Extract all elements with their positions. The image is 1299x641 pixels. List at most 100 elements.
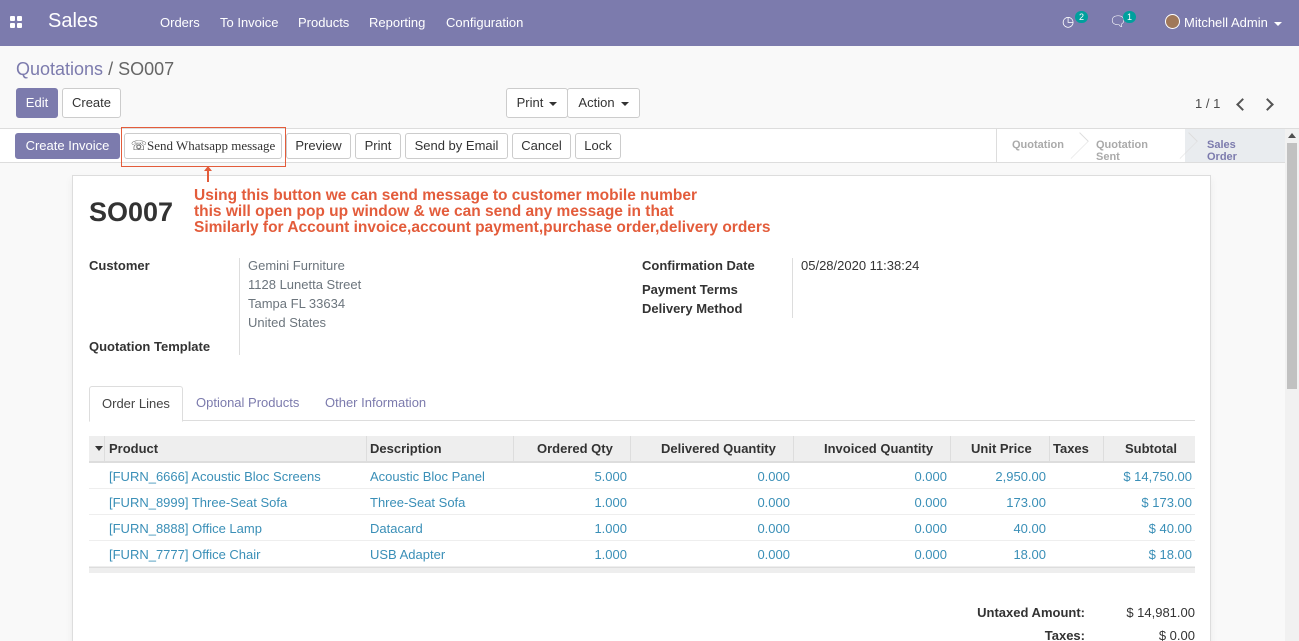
- cell-description[interactable]: USB Adapter: [370, 547, 445, 562]
- table-header: Product Description Ordered Qty Delivere…: [89, 436, 1195, 463]
- cell-invoiced-qty[interactable]: 0.000: [914, 469, 947, 484]
- customer-address[interactable]: Gemini Furniture 1128 Lunetta Street Tam…: [248, 256, 361, 332]
- stage-quotation-sent[interactable]: Quotation Sent: [1096, 139, 1148, 163]
- cell-subtotal[interactable]: $ 173.00: [1141, 495, 1192, 510]
- menu-orders[interactable]: Orders: [160, 15, 200, 30]
- table-row[interactable]: [FURN_8999] Three-Seat Sofa Three-Seat S…: [89, 489, 1195, 515]
- activity-button[interactable]: ◷ 2: [1062, 11, 1089, 30]
- cell-product[interactable]: [FURN_6666] Acoustic Bloc Screens: [109, 469, 321, 484]
- lock-button[interactable]: Lock: [575, 133, 621, 159]
- table-row[interactable]: [FURN_6666] Acoustic Bloc Screens Acoust…: [89, 463, 1195, 489]
- cell-description[interactable]: Three-Seat Sofa: [370, 495, 465, 510]
- customer-city: Tampa FL 33634: [248, 296, 346, 311]
- annotation-arrow-icon: [204, 166, 212, 182]
- menu-configuration[interactable]: Configuration: [446, 15, 523, 30]
- col-taxes[interactable]: Taxes: [1053, 441, 1089, 456]
- cell-subtotal[interactable]: $ 40.00: [1149, 521, 1192, 536]
- col-unit-price[interactable]: Unit Price: [971, 441, 1032, 456]
- cell-product[interactable]: [FURN_8888] Office Lamp: [109, 521, 262, 536]
- action-dropdown[interactable]: Action: [567, 88, 640, 118]
- cell-unit-price[interactable]: 2,950.00: [995, 469, 1046, 484]
- stage-sales-order[interactable]: Sales Order: [1207, 139, 1237, 163]
- scrollbar-thumb[interactable]: [1287, 143, 1297, 389]
- cancel-button[interactable]: Cancel: [512, 133, 571, 159]
- pager-next-icon[interactable]: [1263, 97, 1273, 111]
- column-divider: [104, 436, 105, 461]
- untaxed-amount-label: Untaxed Amount:: [977, 605, 1085, 620]
- notebook-tabs: Order Lines Optional Products Other Info…: [89, 386, 1195, 422]
- menu-products[interactable]: Products: [298, 15, 349, 30]
- stage-quotation[interactable]: Quotation: [1012, 139, 1064, 151]
- chevron-down-icon: [549, 101, 558, 106]
- stage-separator: [1071, 129, 1083, 162]
- create-invoice-button[interactable]: Create Invoice: [15, 133, 120, 159]
- message-badge: 1: [1123, 11, 1137, 23]
- breadcrumb-quotations[interactable]: Quotations: [16, 59, 103, 79]
- cell-invoiced-qty[interactable]: 0.000: [914, 495, 947, 510]
- col-subtotal[interactable]: Subtotal: [1125, 441, 1177, 456]
- col-product[interactable]: Product: [109, 441, 158, 456]
- payment-terms-label: Payment Terms: [642, 282, 738, 297]
- breadcrumb-current: SO007: [118, 59, 175, 79]
- stage-separator: [1180, 129, 1192, 162]
- avatar[interactable]: [1165, 14, 1180, 29]
- action-dropdown-label: Action: [578, 95, 615, 110]
- cell-delivered-qty[interactable]: 0.000: [757, 521, 790, 536]
- cell-unit-price[interactable]: 18.00: [1013, 547, 1046, 562]
- app-brand[interactable]: Sales: [48, 10, 98, 33]
- scrollbar[interactable]: [1285, 129, 1299, 641]
- field-divider: [239, 258, 240, 355]
- cell-unit-price[interactable]: 173.00: [1006, 495, 1046, 510]
- chevron-down-icon: [620, 101, 629, 106]
- whatsapp-highlight-box: [121, 127, 286, 167]
- cell-delivered-qty[interactable]: 0.000: [757, 495, 790, 510]
- cell-ordered-qty[interactable]: 5.000: [594, 469, 627, 484]
- messaging-button[interactable]: 🗨 1: [1109, 11, 1137, 30]
- pager-value[interactable]: 1 / 1: [1195, 96, 1220, 111]
- print-dropdown[interactable]: Print: [506, 88, 568, 118]
- cell-delivered-qty[interactable]: 0.000: [757, 547, 790, 562]
- customer-street: 1128 Lunetta Street: [248, 277, 362, 292]
- print-dropdown-label: Print: [516, 95, 544, 110]
- table-row[interactable]: [FURN_7777] Office Chair USB Adapter 1.0…: [89, 541, 1195, 567]
- scroll-up-icon[interactable]: [1288, 133, 1296, 138]
- cell-invoiced-qty[interactable]: 0.000: [914, 521, 947, 536]
- cell-description[interactable]: Acoustic Bloc Panel: [370, 469, 485, 484]
- cell-ordered-qty[interactable]: 1.000: [594, 495, 627, 510]
- form-sheet: Using this button we can send message to…: [72, 166, 1211, 641]
- user-menu[interactable]: Mitchell Admin: [1184, 15, 1282, 30]
- tab-other-information[interactable]: Other Information: [313, 386, 438, 421]
- col-invoiced-qty[interactable]: Invoiced Quantity: [824, 441, 933, 456]
- send-by-email-button[interactable]: Send by Email: [405, 133, 508, 159]
- confirmation-date-label: Confirmation Date: [642, 258, 755, 273]
- cell-ordered-qty[interactable]: 1.000: [594, 521, 627, 536]
- cell-product[interactable]: [FURN_8999] Three-Seat Sofa: [109, 495, 287, 510]
- preview-button[interactable]: Preview: [286, 133, 351, 159]
- col-description[interactable]: Description: [370, 441, 442, 456]
- cell-subtotal[interactable]: $ 14,750.00: [1123, 469, 1192, 484]
- print-button[interactable]: Print: [355, 133, 401, 159]
- tab-order-lines[interactable]: Order Lines: [89, 386, 183, 422]
- column-divider: [1049, 436, 1050, 461]
- cell-description[interactable]: Datacard: [370, 521, 423, 536]
- annotation-line: Using this button we can send message to…: [194, 187, 697, 204]
- sort-caret-icon[interactable]: [95, 446, 103, 451]
- cell-delivered-qty[interactable]: 0.000: [757, 469, 790, 484]
- customer-name[interactable]: Gemini Furniture: [248, 256, 361, 275]
- apps-menu-icon[interactable]: [10, 16, 23, 29]
- menu-to-invoice[interactable]: To Invoice: [220, 15, 279, 30]
- create-button[interactable]: Create: [62, 88, 121, 118]
- column-divider: [950, 436, 951, 461]
- table-row[interactable]: [FURN_8888] Office Lamp Datacard 1.000 0…: [89, 515, 1195, 541]
- cell-ordered-qty[interactable]: 1.000: [594, 547, 627, 562]
- col-delivered-qty[interactable]: Delivered Quantity: [661, 441, 776, 456]
- edit-button[interactable]: Edit: [16, 88, 58, 118]
- col-ordered-qty[interactable]: Ordered Qty: [537, 441, 613, 456]
- pager-previous-icon[interactable]: [1235, 97, 1245, 111]
- cell-invoiced-qty[interactable]: 0.000: [914, 547, 947, 562]
- cell-product[interactable]: [FURN_7777] Office Chair: [109, 547, 261, 562]
- cell-unit-price[interactable]: 40.00: [1013, 521, 1046, 536]
- cell-subtotal[interactable]: $ 18.00: [1149, 547, 1192, 562]
- menu-reporting[interactable]: Reporting: [369, 15, 425, 30]
- tab-optional-products[interactable]: Optional Products: [184, 386, 311, 421]
